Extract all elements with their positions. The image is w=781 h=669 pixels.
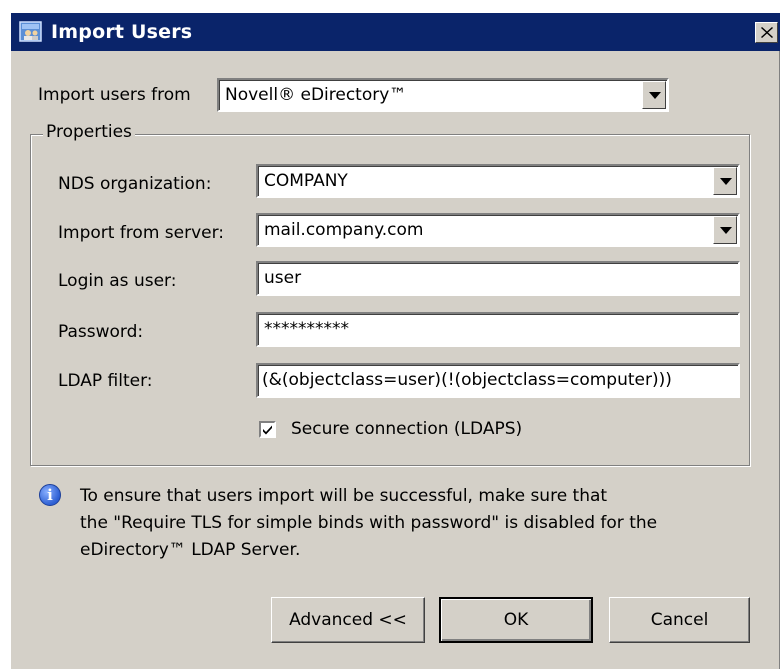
password-input[interactable]: **********: [256, 312, 740, 347]
import-source-value: Novell® eDirectory™: [225, 85, 407, 105]
close-button[interactable]: [755, 22, 778, 43]
info-line: To ensure that users import will be succ…: [80, 486, 608, 506]
info-line: eDirectory™ LDAP Server.: [80, 540, 301, 560]
chevron-down-icon[interactable]: [642, 81, 666, 109]
server-label: Import from server:: [58, 223, 225, 243]
password-value: **********: [264, 319, 349, 339]
secure-connection-checkbox[interactable]: [259, 421, 276, 438]
info-message: To ensure that users import will be succ…: [80, 483, 657, 564]
ldap-filter-label: LDAP filter:: [58, 371, 153, 391]
secure-connection-label[interactable]: Secure connection (LDAPS): [291, 419, 522, 439]
cancel-button[interactable]: Cancel: [609, 597, 750, 643]
nds-org-value: COMPANY: [264, 171, 348, 191]
advanced-button[interactable]: Advanced <<: [271, 597, 425, 643]
window-title: Import Users: [51, 21, 193, 43]
users-import-icon: [19, 20, 43, 44]
import-source-select[interactable]: Novell® eDirectory™: [217, 78, 669, 112]
nds-org-label: NDS organization:: [58, 174, 212, 194]
title-bar[interactable]: Import Users: [11, 13, 780, 51]
chevron-down-icon[interactable]: [713, 216, 737, 244]
server-value: mail.company.com: [264, 220, 424, 240]
checkmark-icon: [263, 425, 272, 435]
nds-org-select[interactable]: COMPANY: [256, 164, 740, 198]
login-input[interactable]: user: [256, 261, 740, 296]
properties-legend: Properties: [43, 122, 135, 142]
ok-button[interactable]: OK: [439, 597, 593, 643]
login-label: Login as user:: [58, 271, 177, 291]
ldap-filter-input[interactable]: (&(objectclass=user)(!(objectclass=compu…: [256, 363, 740, 398]
password-label: Password:: [58, 322, 144, 342]
server-select[interactable]: mail.company.com: [256, 213, 740, 247]
ldap-filter-value: (&(objectclass=user)(!(objectclass=compu…: [262, 370, 672, 390]
info-line: the "Require TLS for simple binds with p…: [80, 513, 658, 533]
info-icon: i: [39, 484, 61, 506]
chevron-down-icon[interactable]: [713, 167, 737, 195]
close-icon: [761, 27, 773, 38]
login-value: user: [264, 268, 302, 288]
import-source-label: Import users from: [38, 85, 191, 105]
